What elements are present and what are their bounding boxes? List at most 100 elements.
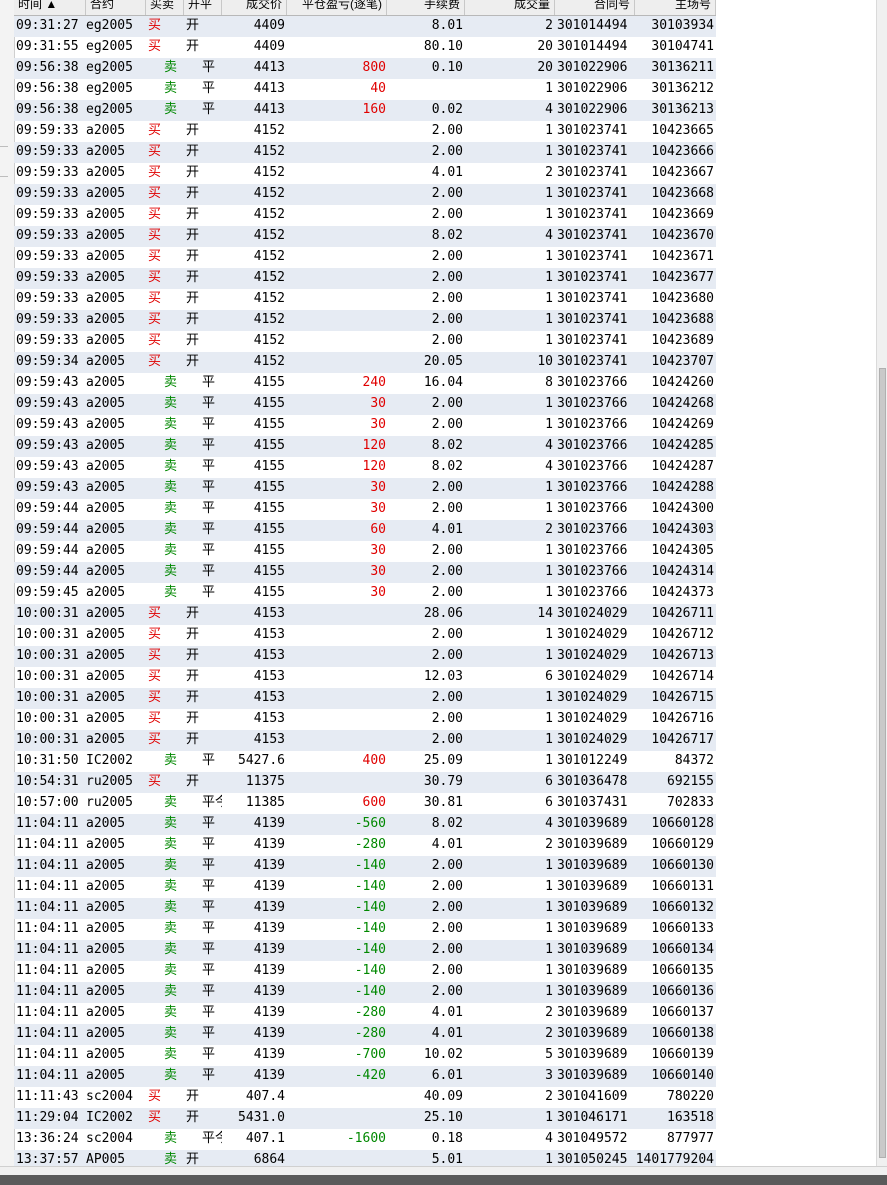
cell-symbol: a2005 (86, 963, 126, 978)
cell-price: 4139 (253, 837, 285, 852)
scrollbar-thumb[interactable] (879, 368, 886, 1158)
table-row[interactable]: 09:59:33 a2005 买 开 4152 2.00 1 301023741 1042367… (14, 247, 716, 268)
table-row[interactable]: 10:00:31 a2005 买 开 4153 2.00 1 301024029 1042671… (14, 646, 716, 667)
table-row[interactable]: 11:04:11 a2005 卖 平 4139 -140 2.00 1 301039689 106… (14, 982, 716, 1003)
cell-price: 5427.6 (238, 753, 285, 768)
table-row[interactable]: 11:29:04 IC2002 买 开 5431.0 25.10 1 301046171 163… (14, 1108, 716, 1129)
table-row[interactable]: 10:00:31 a2005 买 开 4153 2.00 1 301024029 1042671… (14, 688, 716, 709)
table-row[interactable]: 10:00:31 a2005 买 开 4153 12.03 6 301024029 104267… (14, 667, 716, 688)
cell-order-no: 301049572 (557, 1131, 628, 1146)
table-row[interactable]: 11:04:11 a2005 卖 平 4139 -280 4.01 2 301039689 106… (14, 1024, 716, 1045)
cell-time: 09:56:38 (16, 81, 79, 96)
table-row[interactable]: 09:59:33 a2005 买 开 4152 2.00 1 301023741 1042366… (14, 142, 716, 163)
cell-direction: 买 (148, 165, 162, 180)
table-row[interactable]: 09:59:43 a2005 卖 平 4155 30 2.00 1 301023766 10424… (14, 415, 716, 436)
col-header-time[interactable]: 时间 ▲ (14, 0, 86, 15)
cell-fee: 2.00 (431, 480, 463, 495)
cell-qty: 1 (545, 732, 553, 747)
table-row[interactable]: 09:59:33 a2005 买 开 4152 2.00 1 301023741 1042368… (14, 289, 716, 310)
table-row[interactable]: 10:00:31 a2005 买 开 4153 2.00 1 301024029 1042671… (14, 625, 716, 646)
cell-symbol: a2005 (86, 606, 126, 621)
cell-order-no: 301014494 (557, 18, 628, 33)
table-row[interactable]: 11:04:11 a2005 卖 平 4139 -420 6.01 3 301039689 106… (14, 1066, 716, 1087)
table-row[interactable]: 11:04:11 a2005 卖 平 4139 -140 2.00 1 301039689 106… (14, 856, 716, 877)
cell-time: 10:00:31 (16, 648, 79, 663)
cell-qty: 1 (545, 564, 553, 579)
table-row[interactable]: 09:59:45 a2005 卖 平 4155 30 2.00 1 301023766 10424… (14, 583, 716, 604)
cell-price: 4139 (253, 900, 285, 915)
col-header-direction[interactable]: 买卖 (146, 0, 184, 15)
cell-symbol: a2005 (86, 165, 126, 180)
table-row[interactable]: 09:59:33 a2005 买 开 4152 2.00 1 301023741 1042366… (14, 121, 716, 142)
table-row[interactable]: 10:00:31 a2005 买 开 4153 2.00 1 301024029 1042671… (14, 730, 716, 751)
cell-close-pnl: -140 (354, 942, 386, 957)
table-row[interactable]: 09:59:44 a2005 卖 平 4155 60 4.01 2 301023766 10424… (14, 520, 716, 541)
table-row[interactable]: 11:04:11 a2005 卖 平 4139 -280 4.01 2 301039689 106… (14, 1003, 716, 1024)
cell-direction: 买 (148, 39, 162, 54)
cell-open-close: 平 (202, 102, 216, 117)
cell-qty: 1 (545, 501, 553, 516)
table-row[interactable]: 11:04:11 a2005 卖 平 4139 -140 2.00 1 301039689 106… (14, 898, 716, 919)
table-row[interactable]: 10:54:31 ru2005 买 开 11375 30.79 6 301036478 6921… (14, 772, 716, 793)
table-row[interactable]: 09:59:44 a2005 卖 平 4155 30 2.00 1 301023766 10424… (14, 541, 716, 562)
vertical-scrollbar[interactable] (876, 0, 887, 1168)
table-row[interactable]: 10:31:50 IC2002 卖 平 5427.6 400 25.09 1 301012249… (14, 751, 716, 772)
cell-open-close: 平 (202, 60, 216, 75)
table-row[interactable]: 11:11:43 sc2004 买 开 407.4 40.09 2 301041609 7802… (14, 1087, 716, 1108)
cell-close-pnl (287, 772, 386, 793)
table-row[interactable]: 09:59:43 a2005 卖 平 4155 120 8.02 4 301023766 1042… (14, 436, 716, 457)
table-row[interactable]: 11:04:11 a2005 卖 平 4139 -700 10.02 5 301039689 10… (14, 1045, 716, 1066)
table-row[interactable]: 11:04:11 a2005 卖 平 4139 -140 2.00 1 301039689 106… (14, 877, 716, 898)
table-row[interactable]: 09:59:33 a2005 买 开 4152 2.00 1 301023741 1042366… (14, 184, 716, 205)
table-row[interactable]: 10:00:31 a2005 买 开 4153 28.06 14 301024029 10426… (14, 604, 716, 625)
col-header-qty[interactable]: 成交量 (465, 0, 555, 15)
table-row[interactable]: 11:04:11 a2005 卖 平 4139 -560 8.02 4 301039689 106… (14, 814, 716, 835)
cell-price: 4155 (253, 396, 285, 411)
cell-time: 11:04:11 (16, 984, 79, 999)
table-row[interactable]: 09:59:43 a2005 卖 平 4155 30 2.00 1 301023766 10424… (14, 394, 716, 415)
col-header-price[interactable]: 成交价 (222, 0, 287, 15)
table-row[interactable]: 11:04:11 a2005 卖 平 4139 -140 2.00 1 301039689 106… (14, 940, 716, 961)
col-header-fee[interactable]: 手续费 (387, 0, 465, 15)
cell-order-no: 301023766 (557, 522, 628, 537)
table-row[interactable]: 09:59:33 a2005 买 开 4152 8.02 4 301023741 1042367… (14, 226, 716, 247)
cell-close-pnl (287, 646, 386, 667)
table-row[interactable]: 11:04:11 a2005 卖 平 4139 -140 2.00 1 301039689 106… (14, 919, 716, 940)
table-row[interactable]: 09:59:33 a2005 买 开 4152 2.00 1 301023741 1042367… (14, 268, 716, 289)
cell-open-close: 开 (186, 732, 200, 747)
table-row[interactable]: 09:59:43 a2005 卖 平 4155 120 8.02 4 301023766 1042… (14, 457, 716, 478)
cell-direction: 买 (148, 333, 162, 348)
cell-price: 4155 (253, 438, 285, 453)
table-row[interactable]: 11:04:11 a2005 卖 平 4139 -140 2.00 1 301039689 106… (14, 961, 716, 982)
col-header-trade-no[interactable]: 主场号 (635, 0, 716, 15)
table-row[interactable]: 09:31:27 eg2005 买 开 4409 8.01 2 301014494 301039… (14, 16, 716, 37)
col-header-close-pnl[interactable]: 平仓盈亏(逐笔) (287, 0, 387, 15)
table-row[interactable]: 09:59:43 a2005 卖 平 4155 30 2.00 1 301023766 10424… (14, 478, 716, 499)
cell-time: 11:04:11 (16, 900, 79, 915)
cell-qty: 4 (545, 438, 553, 453)
table-row[interactable]: 09:59:44 a2005 卖 平 4155 30 2.00 1 301023766 10424… (14, 562, 716, 583)
col-header-order-no[interactable]: 合同号 (555, 0, 635, 15)
col-header-open-close[interactable]: 开平 (184, 0, 222, 15)
table-row[interactable]: 09:59:33 a2005 买 开 4152 2.00 1 301023741 1042366… (14, 205, 716, 226)
cell-close-pnl: 30 (370, 480, 386, 495)
col-header-symbol[interactable]: 合约 (86, 0, 146, 15)
table-row[interactable]: 09:56:38 eg2005 卖 平 4413 160 0.02 4 301022906 301… (14, 100, 716, 121)
table-row[interactable]: 09:59:44 a2005 卖 平 4155 30 2.00 1 301023766 10424… (14, 499, 716, 520)
table-row[interactable]: 11:04:11 a2005 卖 平 4139 -280 4.01 2 301039689 106… (14, 835, 716, 856)
table-row[interactable]: 10:00:31 a2005 买 开 4153 2.00 1 301024029 1042671… (14, 709, 716, 730)
cell-symbol: a2005 (86, 711, 126, 726)
table-row[interactable]: 09:31:55 eg2005 买 开 4409 80.10 20 301014494 3010… (14, 37, 716, 58)
table-row[interactable]: 09:59:33 a2005 买 开 4152 2.00 1 301023741 1042368… (14, 310, 716, 331)
cell-direction: 买 (148, 1089, 162, 1104)
table-row[interactable]: 09:59:43 a2005 卖 平 4155 240 16.04 8 301023766 104… (14, 373, 716, 394)
cell-direction: 卖 (164, 1131, 178, 1146)
table-row[interactable]: 09:56:38 eg2005 卖 平 4413 800 0.10 20 301022906 30… (14, 58, 716, 79)
table-row[interactable]: 10:57:00 ru2005 卖 平今 11385 600 30.81 6 301037431… (14, 793, 716, 814)
table-row[interactable]: 09:59:33 a2005 买 开 4152 2.00 1 301023741 1042368… (14, 331, 716, 352)
table-row[interactable]: 09:56:38 eg2005 卖 平 4413 40 1 301022906 30136212 (14, 79, 716, 100)
table-row[interactable]: 09:59:33 a2005 买 开 4152 4.01 2 301023741 1042366… (14, 163, 716, 184)
table-row[interactable]: 09:59:34 a2005 买 开 4152 20.05 10 301023741 10423… (14, 352, 716, 373)
cell-price: 4153 (253, 711, 285, 726)
table-row[interactable]: 13:36:24 sc2004 卖 平今 407.1 -1600 0.18 4 30104957… (14, 1129, 716, 1150)
